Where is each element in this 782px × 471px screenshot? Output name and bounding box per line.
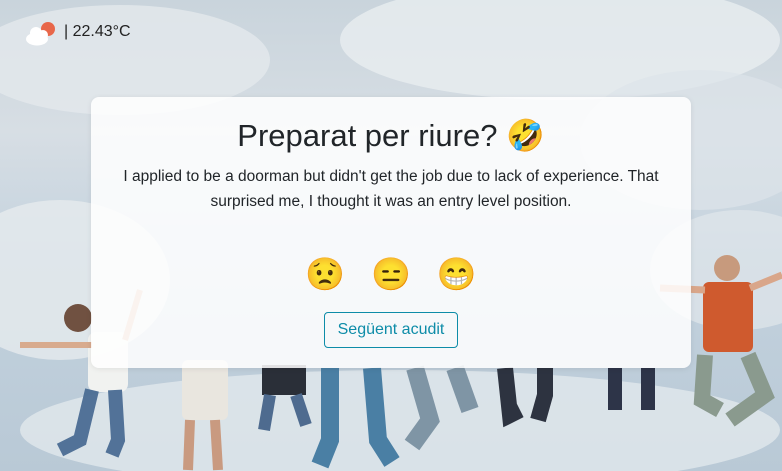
temperature-label: | 22.43°C (64, 23, 131, 40)
card-title: Preparat per riure? 🤣 (237, 118, 545, 153)
cloud-sun-icon (26, 22, 55, 46)
joke-card: Preparat per riure? 🤣 I applied to be a … (91, 97, 691, 368)
joke-text: I applied to be a doorman but didn't get… (123, 168, 659, 210)
reaction-group: 😟 😑 😁 (91, 256, 691, 292)
reaction-neutral-button[interactable]: 😑 (371, 256, 411, 292)
weather-widget: | 22.43°C (24, 18, 131, 46)
next-joke-button[interactable]: Següent acudit (323, 312, 459, 348)
reaction-grin-button[interactable]: 😁 (437, 256, 477, 292)
reaction-worried-button[interactable]: 😟 (305, 256, 345, 292)
page-background: | 22.43°C Preparat per riure? 🤣 I applie… (0, 0, 782, 471)
